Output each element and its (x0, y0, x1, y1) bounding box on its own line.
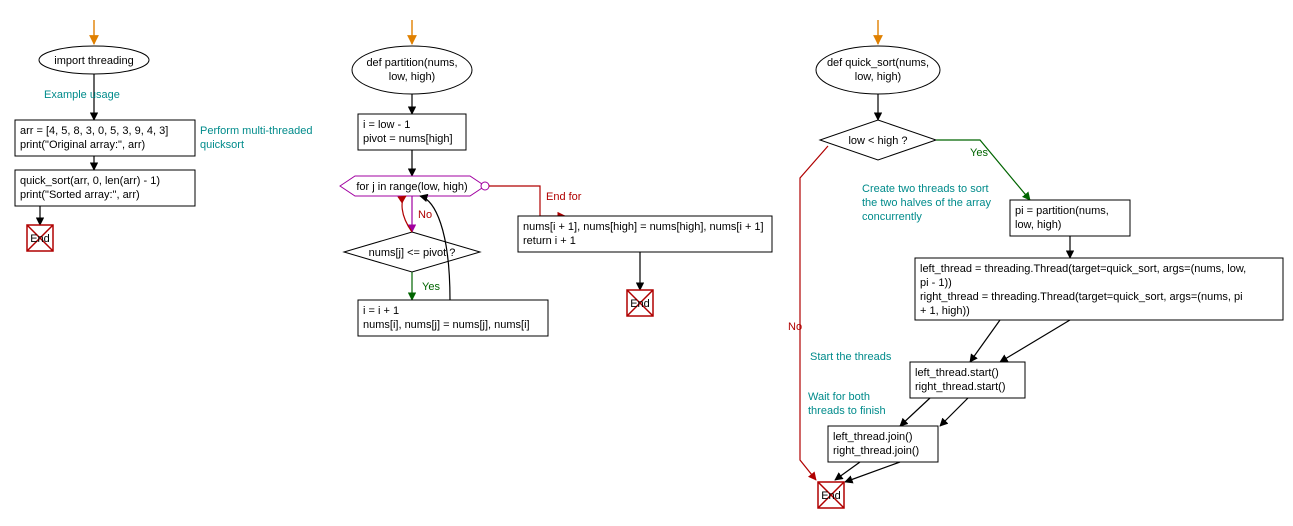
label: No (788, 321, 802, 333)
comment: Wait for both (808, 391, 870, 403)
arrow-icon (800, 146, 828, 480)
label: End for (546, 191, 582, 203)
label: No (418, 209, 432, 221)
arrow-icon (940, 398, 968, 426)
text: print("Original array:", arr) (20, 139, 145, 151)
text: + 1, high)) (920, 305, 970, 317)
comment: threads to finish (808, 405, 886, 417)
arrow-icon (402, 196, 412, 232)
text: def quick_sort(nums, (827, 57, 929, 69)
text: left_thread.join() (833, 431, 913, 443)
text: End (821, 490, 841, 502)
flowchart-3: def quick_sort(nums, low, high) low < hi… (788, 20, 1283, 508)
text: right_thread.join() (833, 445, 919, 457)
text: i = low - 1 (363, 119, 410, 131)
text: low, high) (1015, 219, 1061, 231)
text: for j in range(low, high) (356, 181, 467, 193)
comment: Example usage (44, 89, 120, 101)
end-icon: End (627, 290, 653, 316)
text: nums[i + 1], nums[high] = nums[high], nu… (523, 221, 764, 233)
terminal-quicksort (816, 46, 940, 94)
comment: the two halves of the array (862, 197, 992, 209)
label: Yes (422, 281, 440, 293)
text: pi - 1)) (920, 277, 952, 289)
arrow-icon (845, 462, 900, 482)
text: import threading (54, 55, 134, 67)
end-icon: End (27, 225, 53, 251)
text: pi = partition(nums, (1015, 205, 1109, 217)
text: right_thread = threading.Thread(target=q… (920, 291, 1243, 303)
terminal-partition (352, 46, 472, 94)
end-icon: End (818, 482, 844, 508)
label: Yes (970, 147, 988, 159)
text: arr = [4, 5, 8, 3, 0, 5, 3, 9, 4, 3] (20, 125, 168, 137)
text: pivot = nums[high] (363, 133, 453, 145)
text: low < high ? (848, 135, 907, 147)
flowchart-1: import threading Example usage arr = [4,… (15, 20, 313, 251)
flowchart-2: def partition(nums, low, high) i = low -… (340, 20, 772, 336)
text: quick_sort(arr, 0, len(arr) - 1) (20, 175, 160, 187)
loop-exit-icon (481, 182, 489, 190)
comment: Start the threads (810, 351, 892, 363)
arrow-icon (900, 398, 930, 426)
text: low, high) (389, 71, 435, 83)
text: left_thread = threading.Thread(target=qu… (920, 263, 1246, 275)
text: def partition(nums, (366, 57, 457, 69)
text: End (630, 298, 650, 310)
text: print("Sorted array:", arr) (20, 189, 140, 201)
text: right_thread.start() (915, 381, 1005, 393)
comment: Perform multi-threaded (200, 125, 313, 137)
arrow-icon (970, 320, 1000, 362)
arrow-icon (1000, 320, 1070, 362)
text: i = i + 1 (363, 305, 399, 317)
comment: concurrently (862, 211, 922, 223)
text: return i + 1 (523, 235, 576, 247)
text: nums[j] <= pivot ? (369, 247, 456, 259)
comment: Create two threads to sort (862, 183, 989, 195)
text: low, high) (855, 71, 901, 83)
text: left_thread.start() (915, 367, 999, 379)
comment: quicksort (200, 139, 244, 151)
text: nums[i], nums[j] = nums[j], nums[i] (363, 319, 530, 331)
text: End (30, 233, 50, 245)
